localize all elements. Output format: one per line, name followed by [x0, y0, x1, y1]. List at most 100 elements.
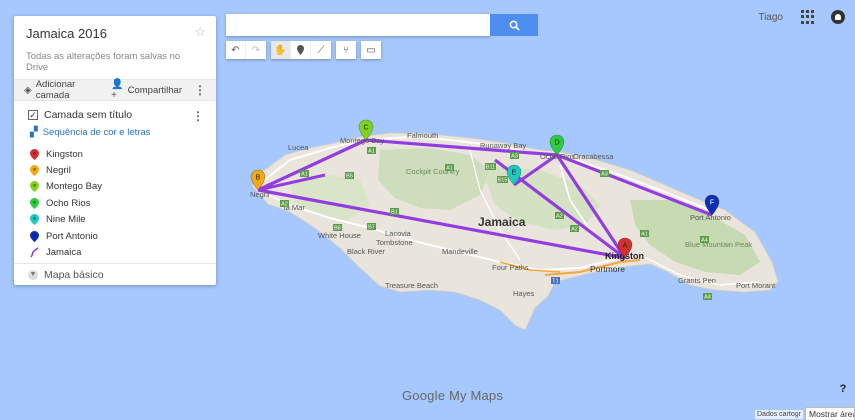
place-label: Tombstone	[376, 238, 413, 247]
road-shield: B15	[497, 176, 508, 184]
marker-icon	[30, 197, 39, 209]
search-input[interactable]	[226, 14, 490, 36]
marker-letter: A	[623, 243, 628, 250]
chevron-down-icon: ▼	[28, 269, 38, 280]
place-label: Oracabessa	[573, 152, 614, 161]
layer-item-label: Jamaica	[46, 247, 82, 259]
road-shield-label: T1	[552, 279, 558, 285]
user-name[interactable]: Tiago	[758, 12, 783, 23]
panel-actions: ◈ Adicionar camada 👤+ Compartilhar ⋮	[14, 79, 216, 101]
search-icon	[509, 20, 520, 31]
undo-icon[interactable]: ↶	[226, 41, 246, 59]
layer-item[interactable]: Kingston	[28, 146, 206, 162]
help-icon[interactable]: ?	[836, 383, 850, 397]
save-status: Todas as alterações foram salvas no Driv…	[26, 51, 181, 73]
map-layers-panel: Jamaica 2016 ☆ Todas as alterações foram…	[14, 16, 216, 285]
layer-item[interactable]: Nine Mile	[28, 212, 206, 228]
marker-letter: E	[512, 170, 517, 177]
notifications-icon[interactable]	[831, 10, 845, 24]
road-shield: A2	[280, 200, 289, 208]
road-shield-label: B7	[368, 225, 375, 231]
map-attribution[interactable]: Dados cartogr	[755, 410, 803, 419]
marker-letter: F	[710, 200, 714, 207]
layer-name[interactable]: Camada sem título	[44, 109, 132, 121]
road-shield-label: A1	[368, 149, 375, 155]
layers-icon: ◈	[24, 84, 32, 96]
marker-letter: B	[256, 175, 261, 182]
map-toolbar: ↶ ↷ ✋ ⟋ ⑂ ▭	[226, 41, 386, 59]
directions-icon[interactable]: ⑂	[336, 41, 356, 59]
google-my-maps-logo: Google My Maps	[402, 388, 503, 403]
apps-grid-icon[interactable]	[801, 10, 815, 24]
hand-icon[interactable]: ✋	[271, 41, 291, 59]
road-shield: A4	[703, 293, 712, 301]
layer-item-label: Negril	[46, 165, 71, 177]
place-label: Four Paths	[492, 263, 529, 272]
road-shield: A1	[300, 170, 309, 178]
layer-item[interactable]: Jamaica	[28, 244, 206, 260]
add-layer-button[interactable]: ◈ Adicionar camada	[24, 79, 99, 101]
layer-item-label: Port Antonio	[46, 230, 98, 242]
redo-icon[interactable]: ↷	[246, 41, 266, 59]
road-shield-label: A2	[556, 214, 563, 220]
road-shield: A2	[555, 212, 564, 220]
show-area-button[interactable]: Mostrar área c	[805, 407, 855, 420]
layer-item[interactable]: Ocho Rios	[28, 195, 206, 211]
share-button[interactable]: 👤+ Compartilhar	[111, 79, 182, 101]
place-label: Montego Bay	[340, 136, 384, 145]
search-bar	[226, 14, 538, 36]
road-shield: A1	[445, 164, 454, 172]
road-shield-label: A4	[701, 238, 708, 244]
layer-item[interactable]: Montego Bay	[28, 179, 206, 195]
road-shield: A1	[367, 147, 376, 155]
road-shield-label: A3	[511, 154, 518, 160]
road-shield-label: A2	[281, 202, 288, 208]
layer-item-label: Kingston	[46, 148, 83, 160]
layer-style-link[interactable]: ▞ Sequência de cor e letras	[30, 127, 206, 138]
road-shield-label: A1	[446, 166, 453, 172]
marker-letter: D	[554, 140, 559, 147]
place-label: Portmore	[590, 264, 625, 274]
marker-letter: C	[363, 125, 368, 132]
road-shield: A2	[570, 225, 579, 233]
star-icon[interactable]: ☆	[194, 24, 206, 40]
add-layer-label: Adicionar camada	[35, 79, 76, 101]
layer-style-label: Sequência de cor e letras	[42, 127, 151, 138]
layer-visibility-checkbox[interactable]: ✓	[28, 110, 38, 120]
paint-roller-icon: ▞	[30, 127, 38, 138]
marker-icon	[30, 230, 39, 242]
marker-icon	[30, 148, 39, 160]
place-label: Grants Pen	[678, 276, 716, 285]
road-shield-label: B11	[486, 165, 495, 171]
marker-icon	[30, 214, 39, 226]
layer-options-icon[interactable]: ⋮	[192, 109, 204, 123]
base-map-label: Mapa básico	[44, 268, 104, 281]
ruler-icon[interactable]: ▭	[361, 41, 381, 59]
road-shield: B8	[333, 224, 342, 232]
road-shield: B1	[390, 208, 399, 216]
base-map-toggle[interactable]: ▼ Mapa básico	[14, 263, 216, 285]
marker-icon	[30, 165, 39, 177]
draw-line-icon[interactable]: ⟋	[311, 41, 331, 59]
place-label: Treasure Beach	[385, 281, 438, 290]
place-label: Negril	[250, 190, 270, 199]
road-shield: B5	[345, 172, 354, 180]
road-shield: A4	[700, 236, 709, 244]
road-shield: B11	[485, 163, 496, 171]
search-button[interactable]	[490, 14, 538, 36]
layer-item-label: Nine Mile	[46, 214, 86, 226]
route-line-icon	[30, 247, 39, 258]
layer-item[interactable]: Negril	[28, 162, 206, 178]
place-label: Port Antonio	[690, 213, 731, 222]
map-title[interactable]: Jamaica 2016	[26, 26, 204, 41]
more-options-icon[interactable]: ⋮	[194, 83, 206, 97]
layer-item-label: Montego Bay	[46, 181, 102, 193]
layer-item[interactable]: Port Antonio	[28, 228, 206, 244]
island-label: Jamaica	[478, 215, 526, 229]
road-shield-label: A4	[704, 295, 711, 301]
marker-icon[interactable]	[291, 41, 311, 59]
road-shield: B7	[367, 223, 376, 231]
place-label: Blue Mountain Peak	[685, 240, 752, 249]
logo-mymaps-text: My Maps	[448, 388, 504, 403]
layer: ✓ Camada sem título ⋮ ▞ Sequência de cor…	[14, 101, 216, 261]
